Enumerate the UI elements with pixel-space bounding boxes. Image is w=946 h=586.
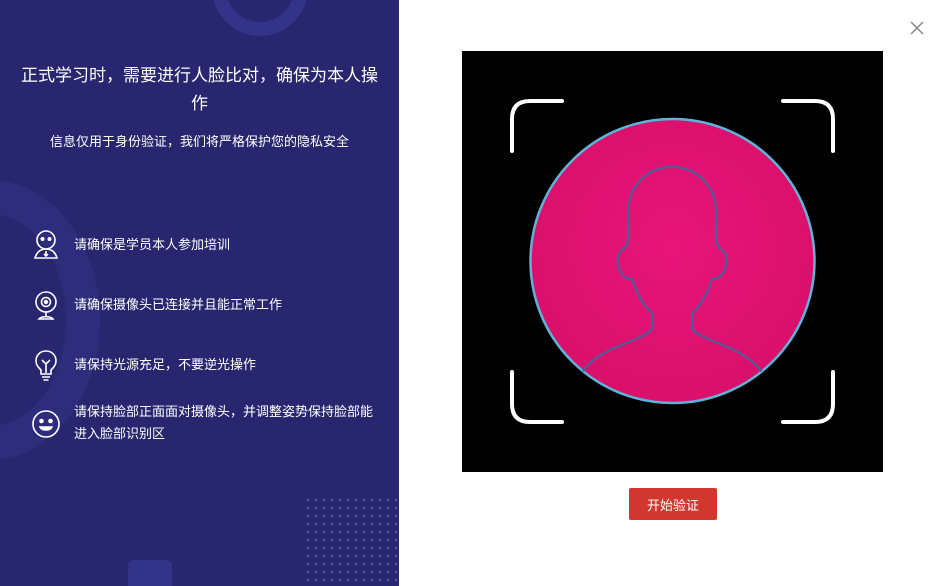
decorative-ring [212, 0, 308, 36]
privacy-subtitle: 信息仅用于身份验证，我们将严格保护您的隐私安全 [49, 135, 349, 150]
tip-text: 请确保摄像头已连接并且能正常工作 [74, 298, 283, 313]
page-title: 正式学习时，需要进行人脸比对，确保为本人操作 [21, 66, 378, 114]
tip-item: 请保持脸部正面面对摄像头，并调整姿势保持脸部能进入脸部识别区 [30, 405, 380, 468]
decorative-block [128, 560, 172, 586]
verification-panel: 开始验证 [399, 0, 946, 586]
webcam-icon [35, 291, 57, 320]
tip-text: 请确保是学员本人参加培训 [74, 238, 231, 253]
info-panel: 正式学习时，需要进行人脸比对，确保为本人操作 信息仅用于身份验证，我们将严格保护… [0, 0, 399, 586]
face-detection-circle [529, 117, 816, 405]
tip-list: 请确保是学员本人参加培训 请确保摄像头已连接并且能正常工作 请保持光源充足，不要… [30, 228, 380, 468]
tip-item: 请确保是学员本人参加培训 [30, 228, 380, 288]
light-bulb-icon [35, 350, 57, 381]
tip-text: 请保持脸部正面面对摄像头，并调整姿势保持脸部能进入脸部识别区 [74, 405, 374, 442]
close-icon[interactable] [907, 18, 927, 38]
person-badge-icon [33, 230, 59, 259]
smiley-face-icon [32, 410, 60, 438]
face-frame [510, 99, 835, 424]
camera-preview [462, 51, 883, 472]
start-verification-button[interactable]: 开始验证 [629, 488, 717, 520]
tip-item: 请确保摄像头已连接并且能正常工作 [30, 288, 380, 348]
decorative-dot-grid [304, 496, 399, 586]
tip-item: 请保持光源充足，不要逆光操作 [30, 348, 380, 408]
tip-text: 请保持光源充足，不要逆光操作 [74, 358, 257, 373]
